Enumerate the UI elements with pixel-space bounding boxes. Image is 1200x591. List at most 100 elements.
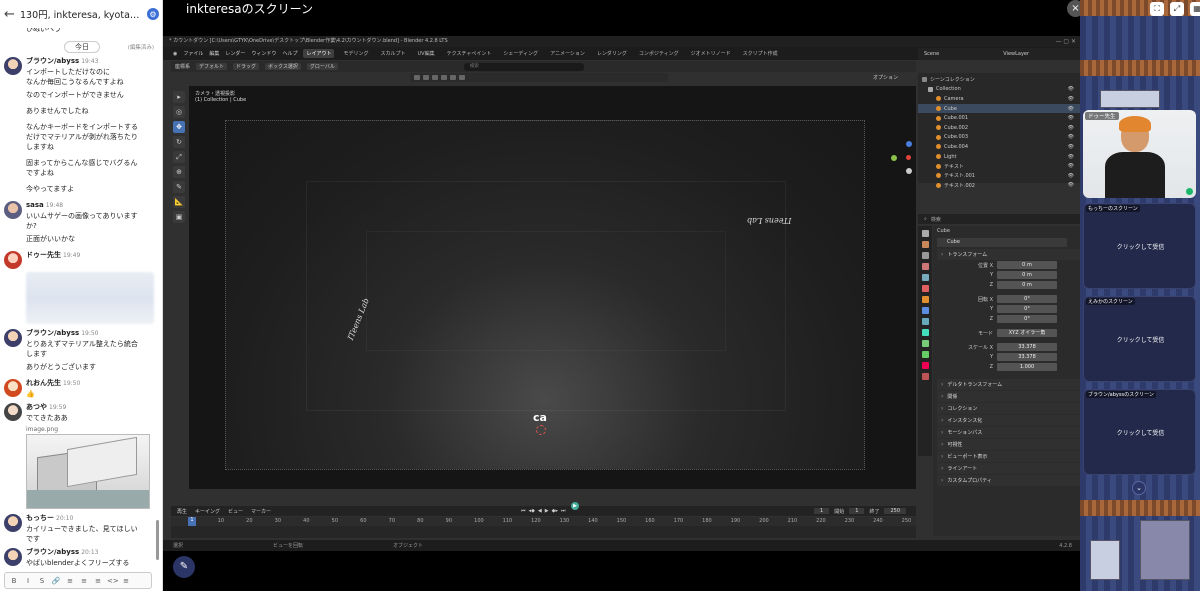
- message-author[interactable]: ドゥー先生: [26, 251, 61, 259]
- menu-item[interactable]: 編集: [209, 50, 219, 57]
- visibility-eye-icon[interactable]: 👁: [1068, 86, 1074, 92]
- world-tab-icon[interactable]: [921, 285, 929, 292]
- message-author[interactable]: もっちー: [26, 514, 54, 522]
- workspace-tab[interactable]: UV編集: [415, 49, 438, 58]
- timeline-playback-menu[interactable]: 再生: [177, 508, 187, 515]
- next-key-icon[interactable]: ◆▸: [552, 508, 558, 514]
- scene-tab-icon[interactable]: [921, 274, 929, 281]
- properties-search[interactable]: 検索: [931, 216, 941, 223]
- box-select-dropdown[interactable]: ボックス選択: [265, 63, 301, 70]
- menu-item[interactable]: ファイル: [183, 50, 203, 57]
- outliner-item[interactable]: Collection 👁: [918, 85, 1080, 95]
- outliner-item[interactable]: Light 👁: [918, 152, 1080, 162]
- drag-dropdown[interactable]: ドラッグ: [233, 63, 260, 70]
- texture-tab-icon[interactable]: [921, 373, 929, 380]
- message-author[interactable]: れおん先生: [26, 379, 61, 387]
- chevron-down-icon[interactable]: ⌄: [1132, 481, 1146, 495]
- property-section[interactable]: モーションパス: [937, 427, 1080, 438]
- annotate-tool-icon[interactable]: ✎: [173, 181, 185, 193]
- expand-icon[interactable]: ⤢: [1170, 2, 1184, 16]
- data-tab-icon[interactable]: [921, 351, 929, 358]
- outliner-item[interactable]: テキスト.002 👁: [918, 181, 1080, 191]
- timeline-marker-menu[interactable]: マーカー: [251, 508, 271, 515]
- window-controls-icon[interactable]: — ▢ ✕: [1055, 36, 1076, 47]
- transform-tool-icon[interactable]: ⊕: [173, 166, 185, 178]
- blurred-attachment[interactable]: [26, 272, 154, 324]
- outliner-item[interactable]: Cube.002 👁: [918, 123, 1080, 133]
- workspace-tab[interactable]: レンダリング: [594, 49, 630, 58]
- timeline-ruler[interactable]: 1 10 20 30 40 50 60 70 80 90 100 110 120 130 140 150 160…: [171, 517, 916, 526]
- workspace-tab[interactable]: テクスチャペイント: [444, 49, 495, 58]
- format-button[interactable]: I: [23, 577, 33, 585]
- screen-tile-2[interactable]: えみかのスクリーン クリックして受信: [1083, 296, 1196, 382]
- play-icon[interactable]: ▶: [545, 508, 549, 514]
- outliner-item[interactable]: Camera 👁: [918, 94, 1080, 104]
- property-section[interactable]: インスタンス化: [937, 415, 1080, 426]
- move-tool-icon[interactable]: ✥: [173, 121, 185, 133]
- visibility-eye-icon[interactable]: 👁: [1068, 182, 1074, 188]
- outliner-item[interactable]: Cube.004 👁: [918, 142, 1080, 152]
- jump-end-icon[interactable]: ⏭: [561, 508, 566, 514]
- timeline-body[interactable]: [171, 526, 916, 538]
- snap-icon[interactable]: [459, 75, 465, 80]
- end-frame-field[interactable]: 250: [884, 508, 906, 514]
- current-frame-field[interactable]: 1: [814, 508, 830, 514]
- avatar[interactable]: [4, 201, 22, 219]
- viewlayer-selector[interactable]: ViewLayer: [1003, 51, 1029, 57]
- avatar[interactable]: [4, 548, 22, 566]
- property-section[interactable]: 可視性: [937, 439, 1080, 450]
- camera-video-tile[interactable]: ドゥー先生: [1083, 110, 1196, 198]
- jump-start-icon[interactable]: ⏮: [521, 508, 526, 514]
- modifier-tab-icon[interactable]: [921, 307, 929, 314]
- pen-icon[interactable]: ✎: [173, 556, 195, 578]
- add-cube-tool-icon[interactable]: ▣: [173, 211, 185, 223]
- workspace-tab[interactable]: モデリング: [340, 49, 371, 58]
- cursor-tool-icon[interactable]: ▸: [173, 91, 185, 103]
- visibility-eye-icon[interactable]: 👁: [1068, 96, 1074, 102]
- outliner-item[interactable]: Cube 👁: [918, 103, 1080, 114]
- material-tab-icon[interactable]: [921, 362, 929, 369]
- outliner-item[interactable]: Cube.003 👁: [918, 133, 1080, 143]
- menu-item[interactable]: レンダー: [225, 50, 245, 57]
- rotation-mode-dropdown[interactable]: XYZ オイラー角: [997, 329, 1057, 337]
- visibility-eye-icon[interactable]: 👁: [1068, 154, 1074, 160]
- prev-key-icon[interactable]: ◂◆: [529, 508, 535, 514]
- visibility-eye-icon[interactable]: 👁: [1068, 173, 1074, 179]
- grid-icon[interactable]: ▦: [1190, 2, 1200, 16]
- timeline-view-menu[interactable]: ビュー: [228, 508, 243, 515]
- blender-logo-icon[interactable]: ◉: [173, 51, 177, 57]
- format-button[interactable]: 🔗: [51, 577, 61, 585]
- text-object-right[interactable]: ITeens Lab: [747, 216, 791, 225]
- workspace-tab[interactable]: レイアウト: [303, 49, 335, 58]
- chat-scrollbar[interactable]: [156, 520, 159, 560]
- visibility-eye-icon[interactable]: 👁: [1068, 134, 1074, 140]
- field-value[interactable]: 0 m: [997, 261, 1057, 269]
- workspace-tab[interactable]: スクリプト作成: [740, 49, 781, 58]
- text-object-ca[interactable]: ca: [533, 411, 547, 424]
- message-author[interactable]: ブラウン/abyss: [26, 57, 79, 65]
- current-frame-marker[interactable]: 1: [188, 517, 196, 526]
- visibility-eye-icon[interactable]: 👁: [1068, 144, 1074, 150]
- workspace-tab[interactable]: コンポジティング: [636, 49, 682, 58]
- workspace-tab[interactable]: ジオメトリノード: [688, 49, 734, 58]
- outliner-item[interactable]: テキスト.001 👁: [918, 171, 1080, 181]
- delta-transform-section[interactable]: デルタトランスフォーム: [937, 379, 1080, 390]
- format-button[interactable]: ≡: [121, 577, 131, 585]
- workspace-tab[interactable]: シェーディング: [500, 49, 541, 58]
- view-layer-tab-icon[interactable]: [921, 263, 929, 270]
- property-section[interactable]: ビューポート表示: [937, 451, 1080, 462]
- screen-tile-1[interactable]: もっちーのスクリーン クリックして受信: [1083, 203, 1196, 289]
- navigation-gizmo-icon[interactable]: [891, 141, 916, 175]
- coord-system-label[interactable]: 座標系: [175, 63, 190, 70]
- field-value[interactable]: 0°: [997, 315, 1057, 323]
- format-button[interactable]: S: [37, 577, 47, 585]
- default-dropdown[interactable]: デフォルト: [196, 63, 228, 70]
- select-icon[interactable]: [414, 75, 420, 80]
- screen-tile-3[interactable]: ブラウン/abyssのスクリーン クリックして受信: [1083, 389, 1196, 475]
- render-tab-icon[interactable]: [921, 241, 929, 248]
- field-value[interactable]: 0°: [997, 305, 1057, 313]
- visibility-eye-icon[interactable]: 👁: [1068, 106, 1074, 112]
- format-button[interactable]: ≡: [65, 577, 75, 585]
- object-tab-icon[interactable]: [921, 296, 929, 303]
- scale-tool-icon[interactable]: ⤢: [173, 151, 185, 163]
